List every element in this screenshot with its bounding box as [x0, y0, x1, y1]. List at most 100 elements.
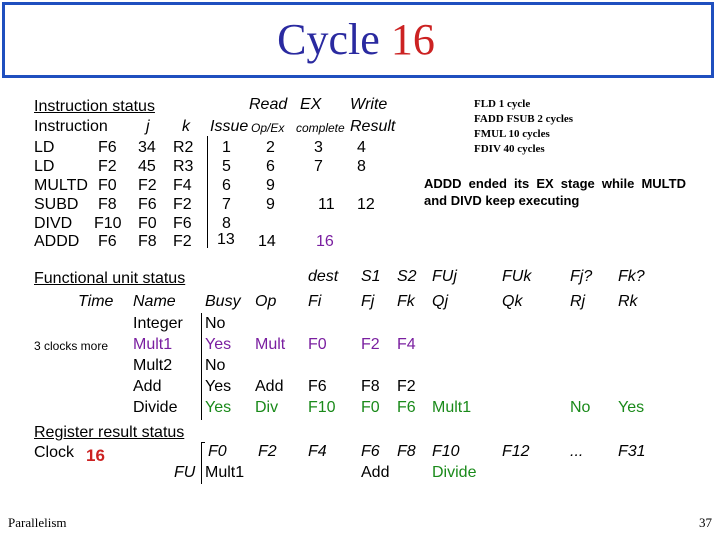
fu-busy: No — [205, 315, 226, 332]
instr-k: F4 — [173, 177, 192, 194]
instr-dest: F0 — [98, 177, 117, 194]
register-name: F6 — [361, 443, 380, 460]
fu-qj: Mult1 — [432, 399, 472, 416]
register-name: F8 — [397, 443, 416, 460]
register-name: F31 — [618, 443, 646, 460]
instr-issue: 1 — [222, 139, 231, 156]
instr-issue: 7 — [222, 196, 231, 213]
fu-name: Divide — [133, 399, 178, 416]
col-fuj: FUj — [432, 268, 457, 285]
instr-issue: 13 — [217, 231, 235, 248]
fu-name: Mult2 — [133, 357, 173, 374]
register-name: F4 — [308, 443, 327, 460]
fu-op: Add — [255, 378, 284, 395]
col-rj: Rj — [570, 293, 586, 310]
col-qk: Qk — [502, 293, 523, 310]
clock-label: Clock — [34, 444, 75, 461]
col-fj-ready: Fj? — [570, 268, 593, 285]
fu-fk: F2 — [397, 378, 416, 395]
instr-k: R3 — [173, 158, 194, 175]
instruction-status-heading: Instruction status — [34, 98, 155, 115]
instr-j: 45 — [138, 158, 156, 175]
register-divider — [201, 442, 202, 484]
instr-read: 14 — [258, 233, 276, 250]
instr-op: DIVD — [34, 215, 73, 232]
fu-name: Integer — [133, 315, 183, 332]
fu-busy: Yes — [205, 399, 232, 416]
fu-fk: F4 — [397, 336, 416, 353]
fu-fj: F0 — [361, 399, 380, 416]
col-instruction: Instruction — [34, 118, 108, 135]
col-time: Time — [78, 293, 114, 310]
fu-fj: F2 — [361, 336, 380, 353]
instr-ex: 11 — [318, 196, 335, 213]
clock-value: 16 — [86, 446, 105, 465]
col-qj: Qj — [432, 293, 448, 310]
col-dest: dest — [308, 268, 339, 285]
col-k: k — [182, 118, 190, 135]
fu-time: 3 clocks more — [34, 339, 109, 353]
register-fu: Divide — [432, 464, 477, 481]
instr-op: ADDD — [34, 233, 80, 250]
instr-read: 9 — [266, 196, 275, 213]
fu-fk: F6 — [397, 399, 416, 416]
instr-k: R2 — [173, 139, 194, 156]
col-read: Read — [249, 96, 288, 113]
fu-fi: F6 — [308, 378, 327, 395]
register-fu: Mult1 — [205, 464, 245, 481]
fu-op: Div — [255, 399, 279, 416]
col-busy: Busy — [205, 293, 241, 310]
instr-read: 9 — [266, 177, 275, 194]
instr-issue: 6 — [222, 177, 231, 194]
col-s2: S2 — [397, 268, 417, 285]
latency-note: FADD FSUB 2 cycles — [474, 113, 574, 125]
instr-op: SUBD — [34, 196, 79, 213]
col-ex: EX — [300, 96, 322, 113]
register-tick — [201, 442, 205, 443]
latency-note: FLD 1 cycle — [474, 98, 531, 110]
register-name: F2 — [258, 443, 277, 460]
instr-j: F2 — [138, 177, 157, 194]
col-s1: S1 — [361, 268, 381, 285]
instr-ex: 7 — [314, 158, 323, 175]
busy-divider — [201, 313, 202, 420]
instr-k: F2 — [173, 196, 192, 213]
fu-row-label: FU — [174, 464, 196, 481]
col-rk: Rk — [618, 293, 638, 310]
footer-section-label: Parallelism — [8, 515, 67, 530]
instr-k: F2 — [173, 233, 192, 250]
instr-ex-highlight: 16 — [316, 233, 334, 250]
fu-fi: F0 — [308, 336, 327, 353]
instr-k: F6 — [173, 215, 192, 232]
instr-write: 12 — [357, 196, 375, 213]
slide-title: Cycle 16 — [0, 14, 712, 65]
register-name: F0 — [208, 443, 227, 460]
col-name: Name — [133, 293, 176, 310]
fu-rj: No — [570, 399, 591, 416]
fu-name: Add — [133, 378, 162, 395]
register-name: ... — [570, 443, 584, 460]
col-fi: Fi — [308, 293, 322, 310]
col-j: j — [146, 118, 150, 135]
instr-read: 6 — [266, 158, 275, 175]
col-fj: Fj — [361, 293, 375, 310]
col-write: Write — [350, 96, 388, 113]
fu-busy: Yes — [205, 336, 232, 353]
col-complete: complete — [296, 121, 345, 135]
instr-dest: F2 — [98, 158, 117, 175]
instr-op: LD — [34, 158, 55, 175]
latency-note: FDIV 40 cycles — [474, 143, 545, 155]
instr-issue: 5 — [222, 158, 231, 175]
fu-fj: F8 — [361, 378, 380, 395]
fu-fi: F10 — [308, 399, 336, 416]
fu-name: Mult1 — [133, 336, 173, 353]
col-fuk: FUk — [502, 268, 532, 285]
col-fk-ready: Fk? — [618, 268, 645, 285]
instr-j: 34 — [138, 139, 156, 156]
fu-op: Mult — [255, 336, 286, 353]
instr-j: F0 — [138, 215, 157, 232]
instr-dest: F8 — [98, 196, 117, 213]
register-name: F10 — [432, 443, 460, 460]
register-name: F12 — [502, 443, 530, 460]
latency-note: FMUL 10 cycles — [474, 128, 550, 140]
